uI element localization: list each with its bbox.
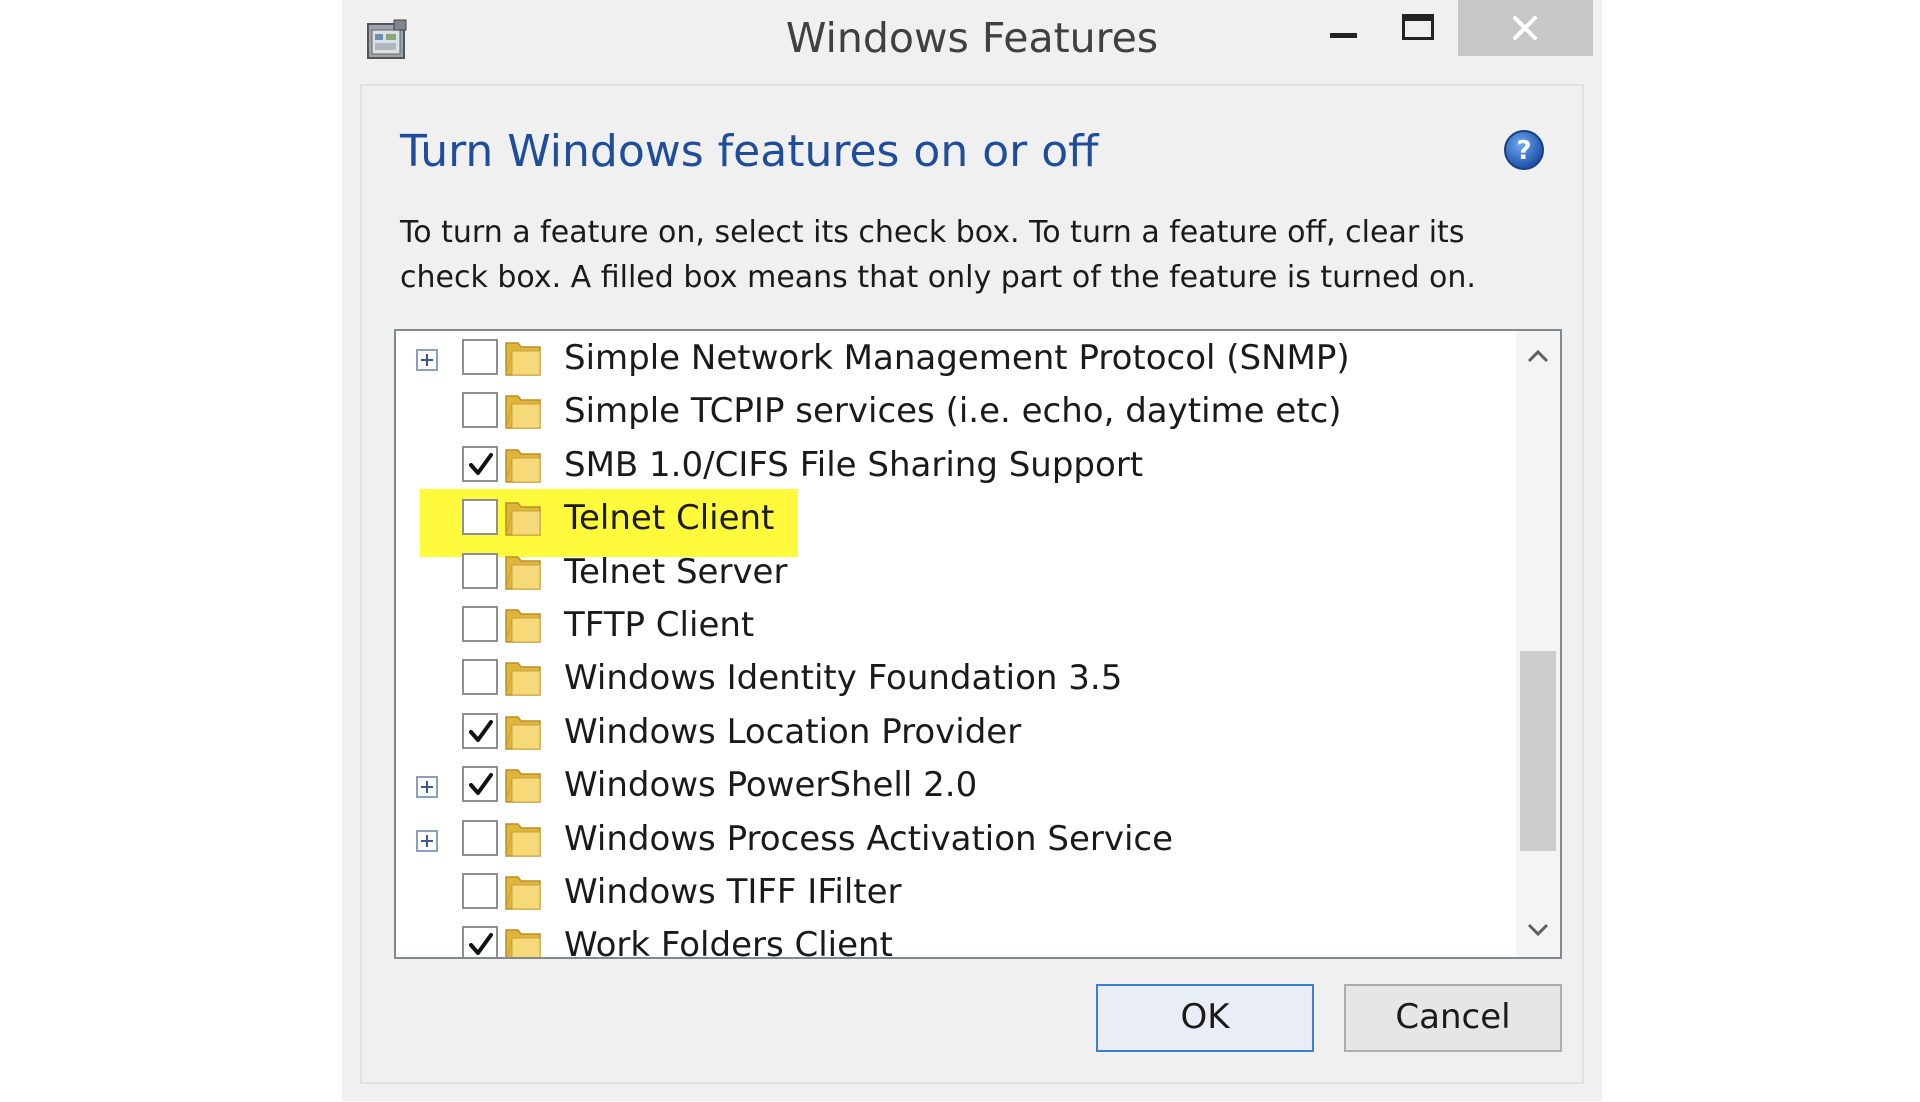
feature-row[interactable]: Simple Network Management Protocol (SNMP… bbox=[396, 331, 1506, 384]
feature-checkbox[interactable] bbox=[462, 606, 498, 642]
feature-label: Simple TCPIP services (i.e. echo, daytim… bbox=[564, 391, 1342, 432]
expand-plus-icon[interactable] bbox=[416, 829, 438, 852]
feature-checkbox[interactable] bbox=[462, 873, 498, 909]
minimize-button[interactable] bbox=[1302, 0, 1378, 56]
scroll-up-arrow-icon[interactable] bbox=[1516, 331, 1560, 383]
folder-icon bbox=[505, 662, 541, 697]
feature-label: Windows PowerShell 2.0 bbox=[564, 765, 978, 806]
feature-label: Windows Identity Foundation 3.5 bbox=[564, 658, 1123, 699]
feature-row[interactable]: Telnet Client bbox=[396, 491, 1506, 544]
checkmark-icon bbox=[469, 933, 493, 956]
feature-row[interactable]: Telnet Server bbox=[396, 545, 1506, 598]
features-tree[interactable]: Simple Network Management Protocol (SNMP… bbox=[394, 329, 1562, 959]
feature-checkbox[interactable] bbox=[462, 445, 498, 482]
cancel-button[interactable]: Cancel bbox=[1344, 984, 1562, 1052]
feature-label: Simple Network Management Protocol (SNMP… bbox=[564, 338, 1350, 378]
folder-icon bbox=[505, 502, 541, 536]
feature-row[interactable]: Windows TIFF IFilter bbox=[396, 865, 1506, 918]
ok-button[interactable]: OK bbox=[1096, 984, 1314, 1052]
expand-plus-icon[interactable] bbox=[416, 349, 438, 371]
feature-row[interactable]: Windows PowerShell 2.0 bbox=[396, 758, 1506, 811]
maximize-button[interactable] bbox=[1378, 0, 1454, 56]
dialog-content: Turn Windows features on or off ? To tur… bbox=[360, 84, 1584, 1084]
feature-checkbox[interactable] bbox=[462, 339, 498, 375]
checkmark-icon bbox=[469, 452, 493, 475]
close-button[interactable] bbox=[1458, 0, 1593, 56]
feature-checkbox[interactable] bbox=[462, 499, 498, 536]
scroll-down-arrow-icon[interactable] bbox=[1516, 905, 1560, 957]
windows-features-dialog: Windows Features Turn Windows features o… bbox=[342, 0, 1602, 1101]
description-line: check box. A filled box means that only … bbox=[400, 260, 1476, 295]
folder-icon bbox=[505, 555, 541, 590]
feature-checkbox[interactable] bbox=[462, 392, 498, 429]
close-icon bbox=[1513, 16, 1537, 40]
feature-label: Windows TIFF IFilter bbox=[564, 872, 902, 912]
feature-checkbox[interactable] bbox=[462, 712, 498, 749]
feature-row[interactable]: Windows Process Activation Service bbox=[396, 812, 1506, 865]
feature-checkbox[interactable] bbox=[462, 552, 498, 589]
checkmark-icon bbox=[469, 719, 493, 742]
feature-checkbox[interactable] bbox=[462, 819, 498, 856]
vertical-scrollbar[interactable] bbox=[1516, 331, 1560, 957]
folder-icon bbox=[505, 929, 541, 957]
svg-text:?: ? bbox=[1516, 136, 1531, 166]
description-line: To turn a feature on, select its check b… bbox=[400, 215, 1465, 250]
feature-checkbox[interactable] bbox=[462, 926, 498, 957]
feature-label: Work Folders Client bbox=[564, 925, 893, 959]
feature-label: Telnet Server bbox=[564, 551, 788, 592]
feature-checkbox[interactable] bbox=[462, 766, 498, 803]
folder-icon bbox=[505, 395, 541, 430]
feature-label: Windows Location Provider bbox=[564, 711, 1022, 752]
help-icon[interactable]: ? bbox=[1502, 128, 1546, 172]
feature-label: TFTP Client bbox=[564, 605, 755, 645]
feature-row[interactable]: Simple TCPIP services (i.e. echo, daytim… bbox=[396, 384, 1506, 437]
feature-label: SMB 1.0/CIFS File Sharing Support bbox=[564, 444, 1144, 485]
feature-row[interactable]: Windows Identity Foundation 3.5 bbox=[396, 651, 1506, 704]
feature-checkbox[interactable] bbox=[462, 659, 498, 696]
checkmark-icon bbox=[469, 773, 493, 796]
minimize-icon bbox=[1330, 33, 1357, 38]
feature-row[interactable]: SMB 1.0/CIFS File Sharing Support bbox=[396, 438, 1506, 491]
maximize-icon bbox=[1402, 14, 1434, 40]
folder-icon bbox=[505, 342, 541, 376]
page-title: Turn Windows features on or off bbox=[400, 126, 1099, 177]
description-text: To turn a feature on, select its check b… bbox=[400, 210, 1550, 300]
scrollbar-thumb[interactable] bbox=[1520, 651, 1556, 851]
feature-row[interactable]: Windows Location Provider bbox=[396, 705, 1506, 758]
feature-row[interactable]: Work Folders Client bbox=[396, 918, 1506, 959]
feature-label: Windows Process Activation Service bbox=[564, 818, 1174, 859]
folder-icon bbox=[505, 876, 541, 910]
expand-plus-icon[interactable] bbox=[416, 776, 438, 799]
folder-icon bbox=[505, 769, 541, 803]
folder-icon bbox=[505, 449, 541, 483]
feature-row[interactable]: TFTP Client bbox=[396, 598, 1506, 651]
folder-icon bbox=[505, 822, 541, 857]
feature-label: Telnet Client bbox=[564, 498, 775, 539]
title-bar[interactable]: Windows Features bbox=[342, 0, 1602, 82]
folder-icon bbox=[505, 716, 541, 750]
folder-icon bbox=[505, 609, 541, 643]
